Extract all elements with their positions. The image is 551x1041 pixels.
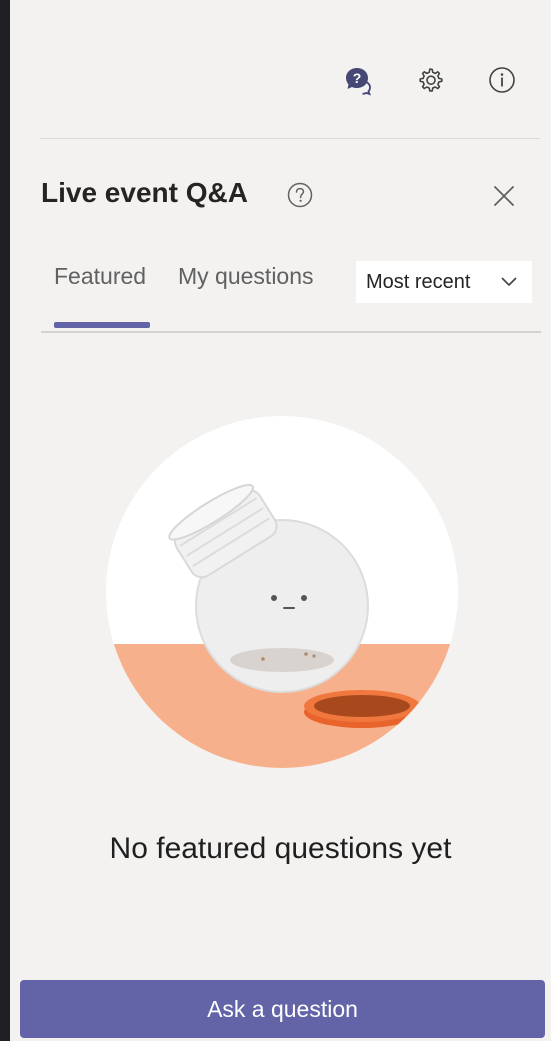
qa-icon: ? [346, 68, 371, 96]
close-button[interactable] [484, 176, 524, 216]
sort-selected-value: Most recent [366, 270, 471, 293]
left-window-edge [0, 0, 10, 1041]
panel-title: Live event Q&A [41, 177, 248, 208]
tab-featured[interactable]: Featured [54, 263, 146, 290]
qa-button[interactable]: ? [336, 58, 380, 102]
toolbar-divider [40, 138, 540, 139]
info-icon [489, 67, 515, 93]
empty-jar-illustration [106, 416, 458, 768]
empty-state-message: No featured questions yet [109, 832, 452, 865]
settings-button[interactable] [408, 58, 452, 102]
chevron-down-icon [501, 277, 517, 286]
qa-panel: ? Live event Q&A Featured My questions M… [10, 0, 551, 1041]
help-button[interactable] [286, 181, 314, 209]
ask-question-button[interactable]: Ask a question [20, 980, 545, 1038]
tab-my-questions[interactable]: My questions [178, 263, 314, 290]
svg-text:?: ? [353, 70, 362, 86]
sort-dropdown[interactable]: Most recent [356, 261, 532, 303]
toolbar: ? [10, 58, 551, 102]
tab-bar-divider [41, 331, 541, 333]
gear-icon [419, 68, 443, 92]
close-icon [494, 186, 514, 206]
info-button[interactable] [480, 58, 524, 102]
help-icon [287, 182, 313, 208]
selected-tab-indicator [54, 322, 150, 328]
